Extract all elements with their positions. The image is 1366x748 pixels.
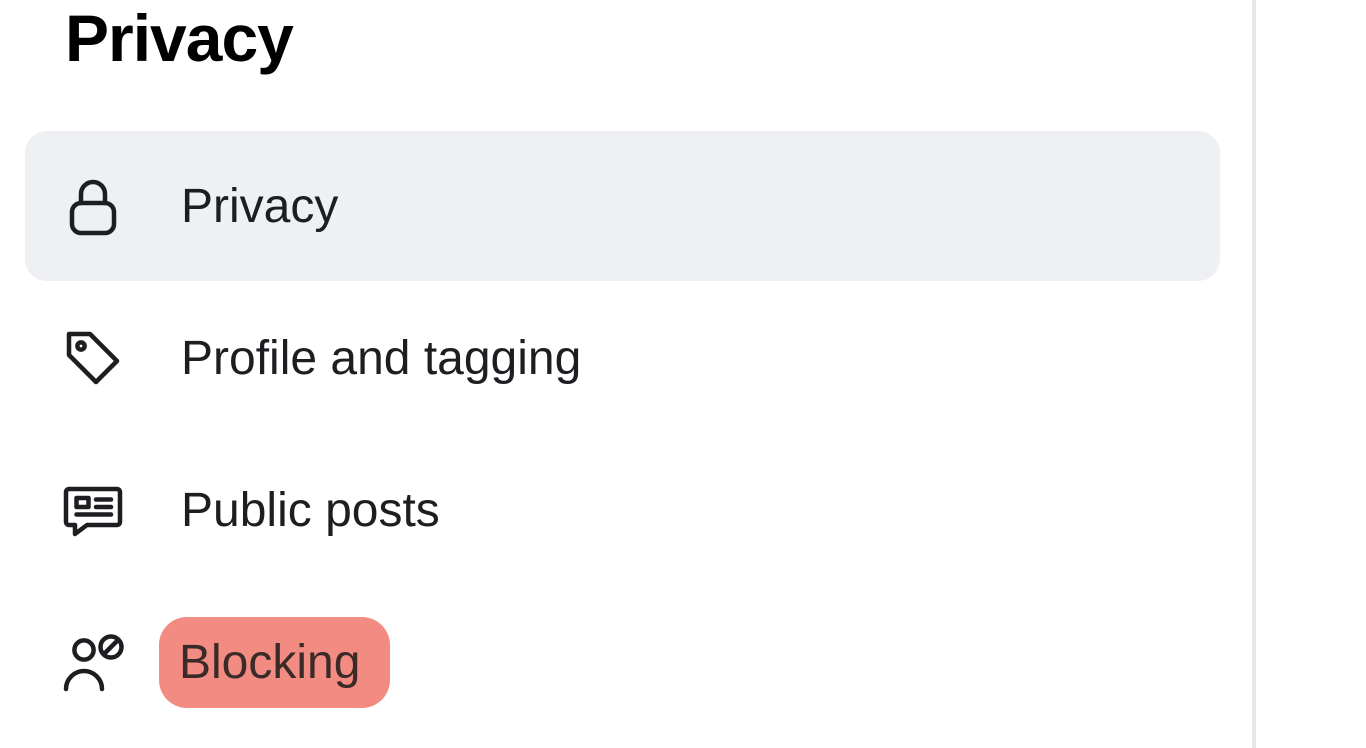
section-title: Privacy bbox=[25, 0, 1220, 131]
posts-icon bbox=[55, 472, 131, 548]
sidebar-item-privacy[interactable]: Privacy bbox=[25, 131, 1220, 281]
sidebar-item-label: Blocking bbox=[179, 636, 360, 689]
sidebar-item-label: Public posts bbox=[181, 483, 440, 538]
lock-icon bbox=[55, 168, 131, 244]
sidebar-item-public-posts[interactable]: Public posts bbox=[25, 435, 1220, 585]
block-user-icon bbox=[55, 624, 131, 700]
sidebar-item-blocking[interactable]: Blocking bbox=[25, 587, 1220, 737]
privacy-sidebar: Privacy Privacy Profile and tagging bbox=[0, 0, 1220, 737]
sidebar-item-label: Profile and tagging bbox=[181, 331, 581, 386]
sidebar-item-label: Privacy bbox=[181, 179, 338, 234]
sidebar-item-profile-tagging[interactable]: Profile and tagging bbox=[25, 283, 1220, 433]
vertical-divider bbox=[1252, 0, 1256, 748]
highlight-pill: Blocking bbox=[159, 617, 390, 708]
tag-icon bbox=[55, 320, 131, 396]
